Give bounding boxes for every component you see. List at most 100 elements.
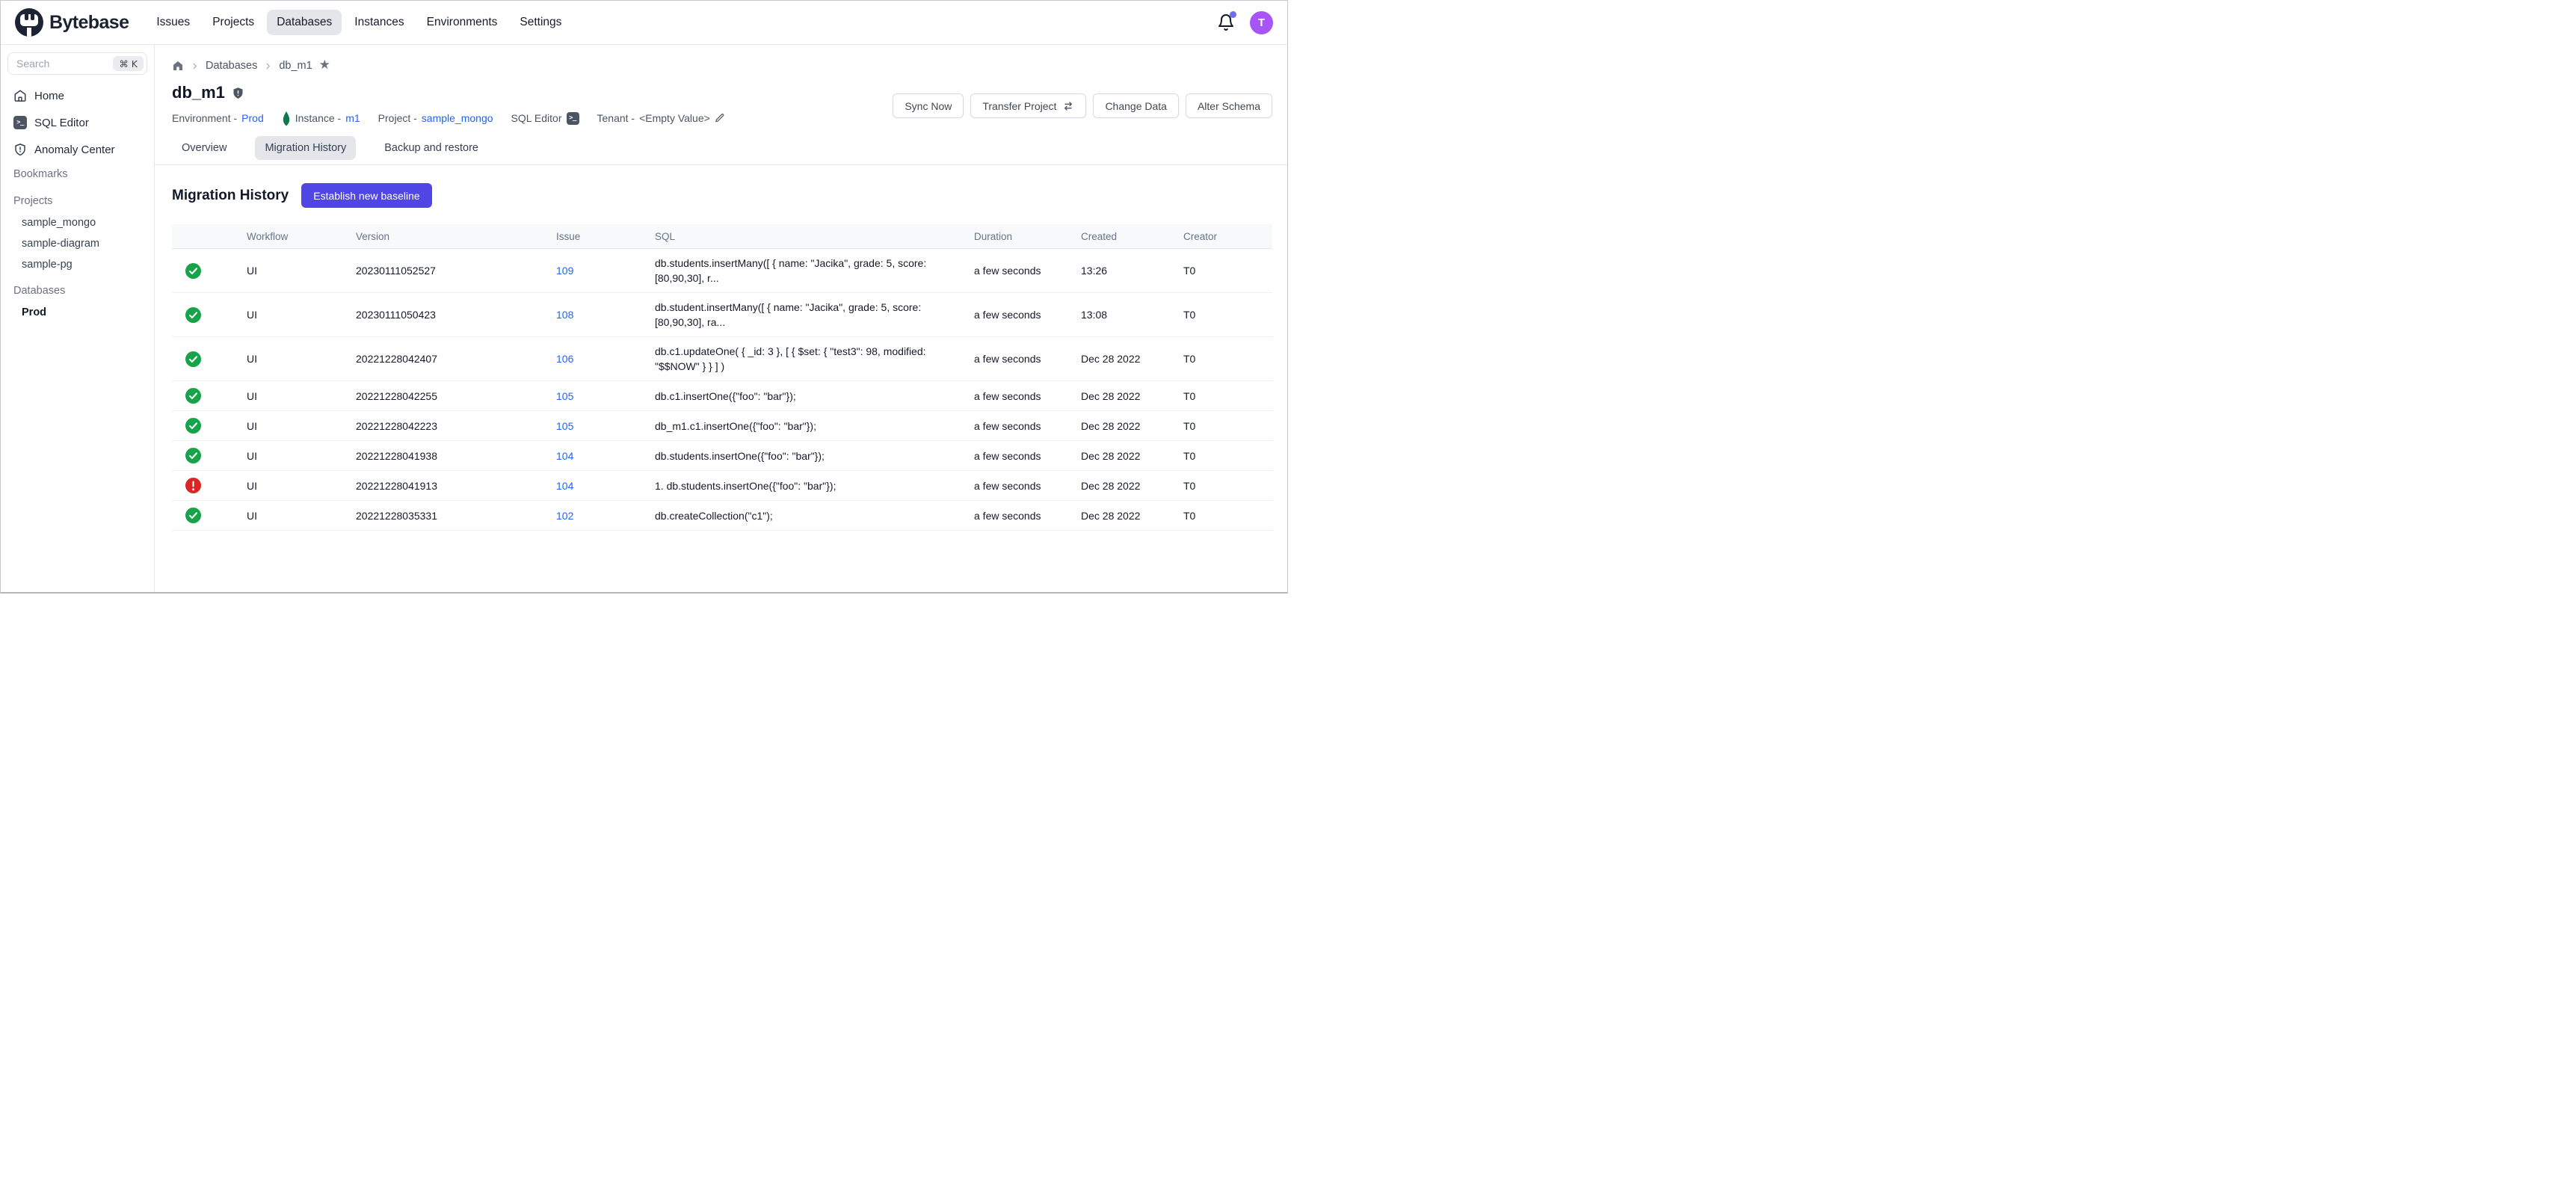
issue-link[interactable]: 104 bbox=[556, 450, 573, 462]
main-content: Databases db_m1 ★ db_m1 Sync Now Transfe… bbox=[155, 45, 1287, 592]
top-right-controls: T bbox=[1217, 11, 1273, 34]
notification-bell-icon[interactable] bbox=[1217, 13, 1235, 31]
table-row[interactable]: UI 20221228041938 104 db.students.insert… bbox=[172, 441, 1272, 471]
brand-name: Bytebase bbox=[49, 12, 129, 34]
status-error-icon bbox=[185, 478, 201, 493]
sidebar-project-sample-diagram[interactable]: sample-diagram bbox=[7, 233, 147, 254]
created-cell: Dec 28 2022 bbox=[1081, 450, 1183, 462]
created-cell: Dec 28 2022 bbox=[1081, 510, 1183, 522]
chevron-right-icon bbox=[191, 62, 199, 70]
nav-item-environments[interactable]: Environments bbox=[417, 10, 508, 35]
chevron-right-icon bbox=[264, 62, 272, 70]
bytebase-logo-icon bbox=[15, 8, 43, 37]
environment-link[interactable]: Prod bbox=[241, 112, 264, 124]
edit-pencil-icon[interactable] bbox=[715, 113, 725, 123]
creator-cell: T0 bbox=[1183, 309, 1272, 321]
issue-link[interactable]: 105 bbox=[556, 390, 573, 402]
notification-dot bbox=[1230, 11, 1236, 18]
sql-editor-meta[interactable]: SQL Editor >_ bbox=[511, 112, 579, 125]
issue-link[interactable]: 108 bbox=[556, 309, 573, 321]
issue-link[interactable]: 104 bbox=[556, 480, 573, 492]
tab-migration-history[interactable]: Migration History bbox=[255, 136, 356, 160]
duration-cell: a few seconds bbox=[974, 390, 1081, 402]
bookmark-star-icon[interactable]: ★ bbox=[319, 59, 330, 72]
breadcrumb-databases[interactable]: Databases bbox=[206, 60, 257, 72]
workflow-cell: UI bbox=[247, 510, 356, 522]
col-sql: SQL bbox=[655, 231, 974, 242]
col-issue: Issue bbox=[556, 231, 655, 242]
sidebar-item-home[interactable]: Home bbox=[7, 82, 147, 109]
sql-cell: db.students.insertOne({"foo": "bar"}); bbox=[655, 448, 974, 463]
status-success-icon bbox=[185, 508, 201, 523]
table-row[interactable]: UI 20221228042223 105 db_m1.c1.insertOne… bbox=[172, 411, 1272, 441]
table-row[interactable]: UI 20221228035331 102 db.createCollectio… bbox=[172, 501, 1272, 531]
duration-cell: a few seconds bbox=[974, 450, 1081, 462]
project-meta: Project - sample_mongo bbox=[378, 112, 493, 124]
created-cell: 13:26 bbox=[1081, 265, 1183, 277]
created-cell: Dec 28 2022 bbox=[1081, 390, 1183, 402]
col-version: Version bbox=[356, 231, 556, 242]
transfer-arrows-icon bbox=[1062, 100, 1074, 112]
sql-cell: 1. db.students.insertOne({"foo": "bar"})… bbox=[655, 478, 974, 493]
version-cell: 20230111050423 bbox=[356, 309, 556, 321]
search-input[interactable] bbox=[8, 58, 94, 70]
title-shield-icon bbox=[232, 87, 244, 99]
table-header-row: Workflow Version Issue SQL Duration Crea… bbox=[172, 224, 1272, 249]
issue-link[interactable]: 105 bbox=[556, 420, 573, 432]
col-workflow: Workflow bbox=[247, 231, 356, 242]
sidebar-database-prod[interactable]: Prod bbox=[7, 302, 147, 323]
page-actions: Sync Now Transfer Project Change Data Al… bbox=[893, 93, 1272, 118]
breadcrumb-home-icon[interactable] bbox=[172, 60, 184, 72]
table-row[interactable]: UI 20221228042407 106 db.c1.updateOne( {… bbox=[172, 337, 1272, 381]
transfer-project-button[interactable]: Transfer Project bbox=[970, 93, 1086, 118]
status-success-icon bbox=[185, 307, 201, 323]
instance-link[interactable]: m1 bbox=[345, 112, 360, 124]
environment-meta: Environment - Prod bbox=[172, 112, 264, 124]
nav-item-settings[interactable]: Settings bbox=[510, 10, 571, 35]
alter-schema-button[interactable]: Alter Schema bbox=[1186, 93, 1272, 118]
version-cell: 20221228042407 bbox=[356, 353, 556, 365]
breadcrumb: Databases db_m1 ★ bbox=[172, 58, 1272, 74]
sql-cell: db_m1.c1.insertOne({"foo": "bar"}); bbox=[655, 419, 974, 434]
table-row[interactable]: UI 20230111050423 108 db.student.insertM… bbox=[172, 293, 1272, 337]
establish-baseline-button[interactable]: Establish new baseline bbox=[301, 183, 431, 208]
nav-item-issues[interactable]: Issues bbox=[147, 10, 200, 35]
sidebar-item-label: Anomaly Center bbox=[34, 144, 115, 156]
change-data-button[interactable]: Change Data bbox=[1093, 93, 1179, 118]
nav-item-projects[interactable]: Projects bbox=[203, 10, 264, 35]
table-row[interactable]: UI 20230111052527 109 db.students.insert… bbox=[172, 249, 1272, 293]
top-nav: Issues Projects Databases Instances Envi… bbox=[147, 10, 571, 35]
issue-link[interactable]: 106 bbox=[556, 353, 573, 365]
tab-backup-and-restore[interactable]: Backup and restore bbox=[375, 136, 488, 160]
table-row[interactable]: UI 20221228041913 104 1. db.students.ins… bbox=[172, 471, 1272, 501]
status-success-icon bbox=[185, 418, 201, 434]
project-link[interactable]: sample_mongo bbox=[422, 112, 493, 124]
sidebar-item-sql-editor[interactable]: >_ SQL Editor bbox=[7, 109, 147, 136]
nav-item-databases[interactable]: Databases bbox=[267, 10, 342, 35]
user-avatar[interactable]: T bbox=[1250, 11, 1273, 34]
sidebar-project-sample-mongo[interactable]: sample_mongo bbox=[7, 212, 147, 233]
creator-cell: T0 bbox=[1183, 353, 1272, 365]
workflow-cell: UI bbox=[247, 265, 356, 277]
nav-item-instances[interactable]: Instances bbox=[345, 10, 413, 35]
sync-now-button[interactable]: Sync Now bbox=[893, 93, 964, 118]
issue-link[interactable]: 109 bbox=[556, 265, 573, 277]
sql-cell: db.c1.insertOne({"foo": "bar"}); bbox=[655, 389, 974, 404]
sidebar-project-sample-pg[interactable]: sample-pg bbox=[7, 254, 147, 275]
workflow-cell: UI bbox=[247, 480, 356, 492]
created-cell: Dec 28 2022 bbox=[1081, 420, 1183, 432]
terminal-icon: >_ bbox=[13, 116, 27, 129]
issue-link[interactable]: 102 bbox=[556, 510, 573, 522]
page-title: db_m1 bbox=[172, 83, 225, 102]
table-row[interactable]: UI 20221228042255 105 db.c1.insertOne({"… bbox=[172, 381, 1272, 411]
version-cell: 20230111052527 bbox=[356, 265, 556, 277]
tab-overview[interactable]: Overview bbox=[172, 136, 236, 160]
top-bar: Bytebase Issues Projects Databases Insta… bbox=[1, 1, 1287, 45]
brand-logo[interactable]: Bytebase bbox=[15, 8, 129, 37]
version-cell: 20221228035331 bbox=[356, 510, 556, 522]
duration-cell: a few seconds bbox=[974, 353, 1081, 365]
sql-cell: db.c1.updateOne( { _id: 3 }, [ { $set: {… bbox=[655, 344, 974, 374]
sidebar-item-anomaly-center[interactable]: Anomaly Center bbox=[7, 136, 147, 163]
shield-alert-icon bbox=[13, 143, 27, 156]
section-title: Migration History bbox=[172, 188, 289, 204]
